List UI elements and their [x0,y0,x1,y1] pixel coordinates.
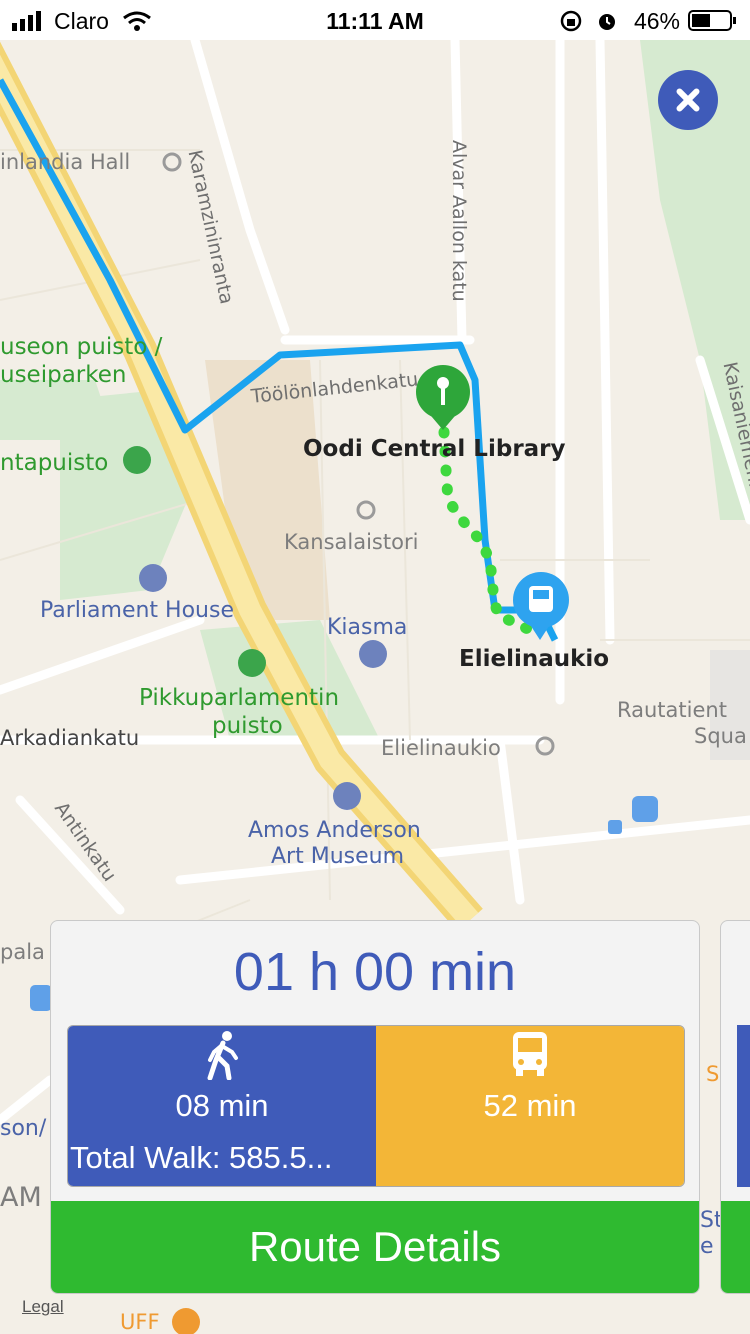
label-museiparken: useiparken [0,362,127,388]
bus-leg: 52 min [376,1026,684,1186]
label-finlandia-hall: inlandia Hall [0,150,131,174]
walk-leg: 08 min Total Walk: 585.5... [68,1026,376,1186]
status-bar: Claro 11:11 AM 46% [0,0,750,40]
label-arkadiankatu: Arkadiankatu [0,726,140,750]
battery-percent: 46% [633,8,680,34]
label-amos-anderson: Amos Anderson [248,818,421,843]
bus-leg-icon [376,1030,684,1083]
label-rautatientori-square: Squa [694,724,747,748]
orientation-lock-icon [560,10,582,32]
label-e: e [700,1234,714,1259]
label-elielinaukio-stop[interactable]: Elielinaukio [459,646,609,672]
label-am: AM [0,1182,42,1213]
next-route-details-button[interactable] [721,1201,750,1293]
label-s: S [706,1062,720,1086]
label-kansalaistori: Kansalaistori [284,530,419,554]
route-details-button[interactable]: Route Details [51,1201,699,1293]
label-museon-puisto: useon puisto / [0,334,163,360]
next-route-card[interactable] [720,920,750,1294]
label-parliament-house: Parliament House [40,598,234,623]
label-tantapuisto: ntapuisto [0,450,109,476]
label-uff: UFF [120,1310,160,1334]
label-elielinaukio-square: Elielinaukio [381,736,501,760]
battery-icon [688,10,736,31]
label-pikkuparlamentin: Pikkuparlamentin [139,685,340,711]
walk-icon [68,1030,376,1085]
total-walk-distance: Total Walk: 585.5... [70,1140,333,1175]
route-duration: 01 h 00 min [233,942,517,1002]
walk-duration: 08 min [175,1088,269,1123]
label-son: son/ [0,1116,47,1141]
bus-duration: 52 min [483,1088,577,1123]
next-route-leg [737,1025,750,1187]
label-art-museum: Art Museum [271,844,405,869]
label-pala: pala [0,940,45,964]
label-rautatientori: Rautatient [617,698,727,722]
route-card[interactable]: 01 h 00 min 08 min Total Walk: 585.5... [50,920,700,1294]
label-kiasma: Kiasma [327,615,408,640]
label-oodi-library[interactable]: Oodi Central Library [303,436,566,462]
alarm-icon [599,14,615,30]
route-legs: 08 min Total Walk: 585.5... 52 min [67,1025,685,1187]
label-puisto: puisto [212,713,283,739]
legal-link[interactable]: Legal [22,1297,64,1317]
label-alvar-aallon-katu: Alvar Aallon katu [448,140,470,302]
close-button[interactable] [658,70,718,130]
